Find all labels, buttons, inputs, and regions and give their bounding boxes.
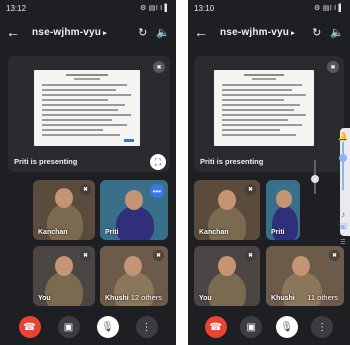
bell-icon[interactable]: 🔔 <box>337 130 349 142</box>
muted-icon: ✖ <box>80 184 91 195</box>
status-bar: 13:12 ⚙ ▤І І ▌ <box>0 0 176 16</box>
participant-name: You <box>38 295 51 302</box>
mic-toggle-button[interactable]: 🎙 <box>275 316 298 338</box>
phone-screen-left: 13:12 ⚙ ▤І І ▌ ← nse-wjhm-vyu ▸ ↻ 🔈 ✖ Pri… <box>0 0 176 345</box>
call-controls: ☎ ▣ 🎙 ⋮ <box>0 309 176 345</box>
caret-right-icon: ▸ <box>291 29 295 37</box>
participant-tile[interactable]: ✖ Khushi 11 others <box>266 246 344 306</box>
phone-icon[interactable]: ☏ <box>337 220 349 232</box>
speaker-icon[interactable]: 🔈 <box>330 26 344 39</box>
switch-camera-icon[interactable]: ↻ <box>138 26 147 39</box>
participant-tile[interactable]: ✖ Kanchan <box>194 180 260 240</box>
muted-icon: ✖ <box>153 250 164 261</box>
participant-name: Priti <box>105 229 119 236</box>
back-arrow-icon[interactable]: ← <box>6 24 24 40</box>
presentation-tile[interactable]: ✖ Priti is presenting ⛶ <box>8 56 170 172</box>
muted-icon: ✖ <box>245 250 256 261</box>
muted-icon: ✖ <box>329 250 340 261</box>
fullscreen-icon[interactable]: ⛶ <box>150 154 166 170</box>
participant-tile[interactable]: ✖ Khushi 12 others <box>100 246 168 306</box>
shared-document <box>214 70 314 146</box>
caret-right-icon: ▸ <box>103 29 107 37</box>
switch-camera-icon[interactable]: ↻ <box>312 26 321 39</box>
status-indicators: ⚙ ▤І І ▌ <box>140 5 170 12</box>
meeting-code[interactable]: nse-wjhm-vyu ▸ <box>220 27 303 38</box>
muted-icon: ✖ <box>245 184 256 195</box>
participant-name: You <box>199 295 212 302</box>
volume-slider-handle[interactable] <box>339 154 347 162</box>
camera-toggle-button[interactable]: ▣ <box>240 316 263 338</box>
participant-tile[interactable]: ✖ Kanchan <box>33 180 95 240</box>
more-options-button[interactable]: ⋮ <box>135 316 158 338</box>
more-options-icon[interactable]: ••• <box>150 184 164 198</box>
mic-toggle-button[interactable]: 🎙 <box>96 316 119 338</box>
volume-slider-track[interactable] <box>342 142 344 190</box>
meeting-code[interactable]: nse-wjhm-vyu ▸ <box>32 27 129 38</box>
participant-name: Priti <box>271 229 285 236</box>
participant-tile[interactable]: ✖ You <box>194 246 260 306</box>
end-call-button[interactable]: ☎ <box>204 316 227 338</box>
call-controls: ☎ ▣ 🎙 ⋮ <box>188 309 350 345</box>
status-time: 13:12 <box>6 3 27 13</box>
more-options-button[interactable]: ⋮ <box>311 316 334 338</box>
back-arrow-icon[interactable]: ← <box>194 24 212 40</box>
presenter-label: Priti is presenting <box>200 157 264 166</box>
participant-name: Khushi <box>105 295 129 302</box>
participant-name: Khushi <box>271 295 295 302</box>
phone-screen-right: 13:10 ⚙ ▤І І ▌ ← nse-wjhm-vyu ▸ ↻ 🔈 ✖ Pri… <box>188 0 350 345</box>
muted-icon: ✖ <box>80 250 91 261</box>
status-time: 13:10 <box>194 3 215 13</box>
status-indicators: ⚙ ▤І І ▌ <box>314 5 344 12</box>
presenter-label: Priti is presenting <box>14 157 78 166</box>
music-icon[interactable]: ♪ <box>337 208 349 220</box>
muted-icon: ✖ <box>153 61 165 73</box>
meeting-topbar: ← nse-wjhm-vyu ▸ ↻ 🔈 <box>0 20 176 44</box>
participant-name: Kanchan <box>38 229 68 236</box>
meeting-code-text: nse-wjhm-vyu <box>220 26 290 38</box>
participant-tile[interactable]: ••• Priti <box>100 180 168 240</box>
participant-tile[interactable]: Priti <box>266 180 300 240</box>
meeting-code-text: nse-wjhm-vyu <box>32 26 102 38</box>
participant-tile[interactable]: ✖ You <box>33 246 95 306</box>
speaker-icon[interactable]: 🔈 <box>156 26 170 39</box>
camera-toggle-button[interactable]: ▣ <box>57 316 80 338</box>
volume-slider-handle[interactable] <box>311 175 319 183</box>
meeting-topbar: ← nse-wjhm-vyu ▸ ↻ 🔈 <box>188 20 350 44</box>
muted-icon: ✖ <box>327 61 339 73</box>
end-call-button[interactable]: ☎ <box>18 316 41 338</box>
others-count: 12 others <box>130 293 162 302</box>
status-bar: 13:10 ⚙ ▤І І ▌ <box>188 0 350 16</box>
participant-name: Kanchan <box>199 229 229 236</box>
presentation-tile[interactable]: ✖ Priti is presenting <box>194 56 344 172</box>
shared-document <box>34 70 140 146</box>
others-count: 11 others <box>307 293 338 302</box>
